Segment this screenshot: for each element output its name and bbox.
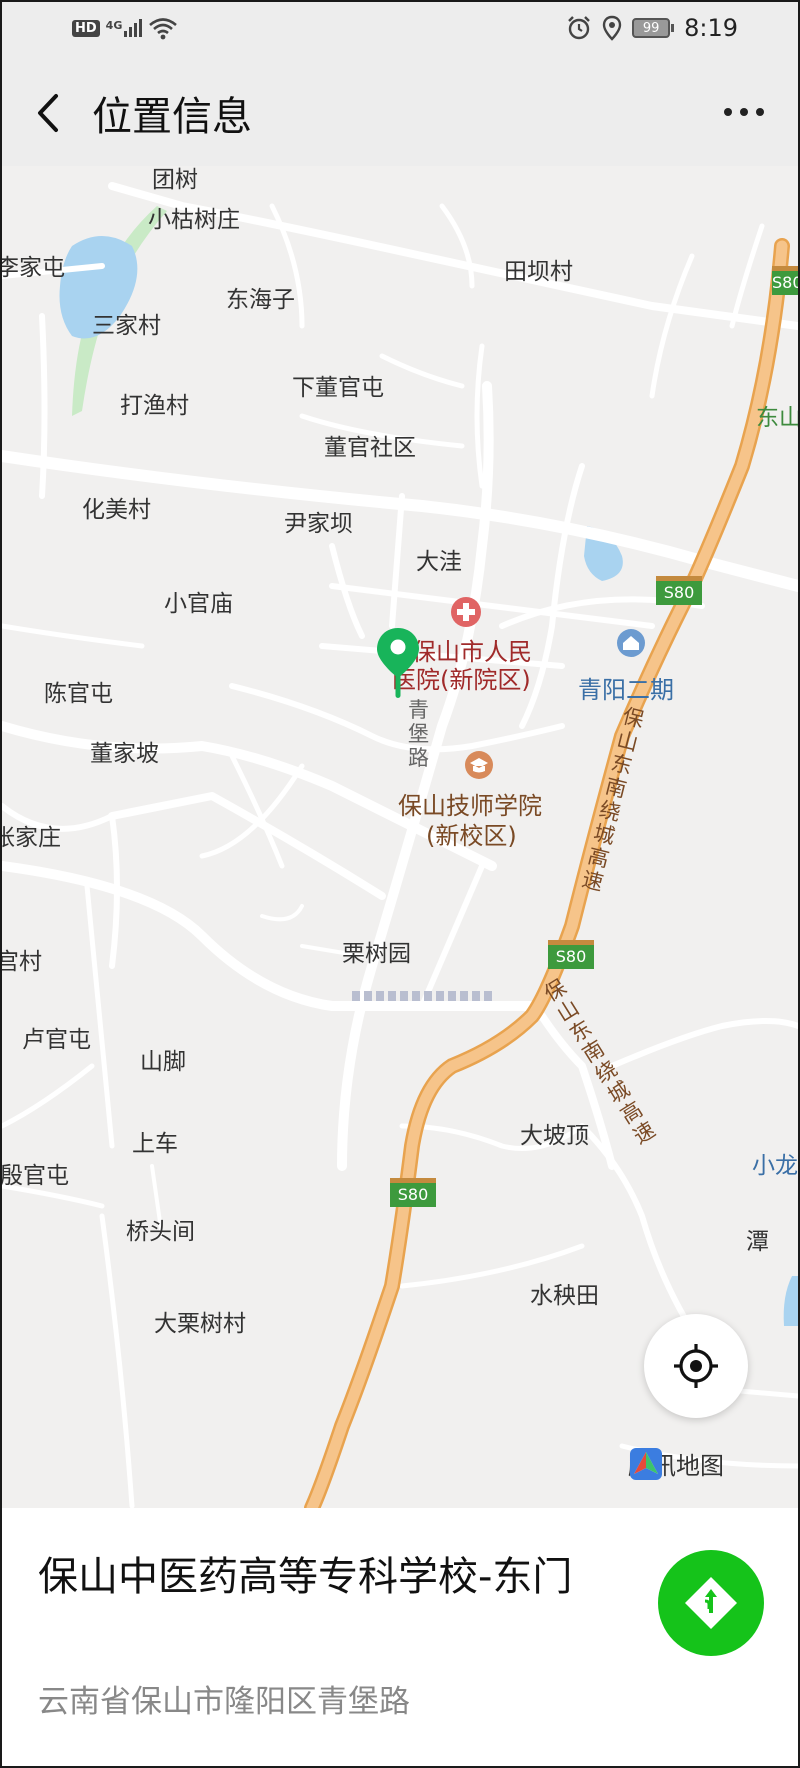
residential-icon: [617, 629, 645, 657]
map-label: 下董官屯: [292, 375, 384, 401]
alarm-icon: [568, 16, 590, 40]
place-address: 云南省保山市隆阳区青堡路: [38, 1684, 410, 1720]
nav-header: 位置信息: [2, 60, 798, 166]
map-label: 打渔村: [120, 393, 189, 419]
road-label: 青堡路: [408, 698, 429, 770]
location-pin-icon[interactable]: [374, 626, 422, 700]
map-label: 团树: [152, 167, 198, 193]
battery-level: 99: [632, 18, 671, 38]
map-label: 水秧田: [530, 1283, 599, 1309]
school-icon: [465, 751, 493, 779]
hd-voice-icon: HD: [72, 19, 100, 37]
hospital-icon: [451, 597, 481, 627]
map-label: 三家村: [92, 313, 161, 339]
directions-icon: [685, 1577, 737, 1629]
map-label: 尹家坝: [284, 511, 353, 537]
map-label: 东山: [756, 405, 798, 431]
map-view[interactable]: S80 S80 S80 S80 团树 小枯树庄 李家屯 田坝村 东海子 三家村 …: [2, 166, 798, 1508]
map-label: 潭: [746, 1229, 769, 1255]
map-label: 大洼: [416, 549, 462, 575]
map-label: 上车: [132, 1131, 178, 1157]
highway-shield: S80: [656, 576, 702, 605]
location-status-icon: [602, 15, 622, 41]
page-title: 位置信息: [92, 94, 252, 140]
map-label: 化美村: [82, 497, 151, 523]
highway-shield: S80: [548, 940, 594, 969]
app-frame: HD 4G 99 8:19 位置信息 S8 S80 S80 S80 团树 小枯树…: [0, 0, 800, 1768]
highway-shield: S80: [390, 1178, 436, 1207]
back-arrow-icon[interactable]: [30, 90, 70, 136]
map-label: 小官庙: [164, 591, 233, 617]
my-location-button[interactable]: [644, 1314, 748, 1418]
map-label: 大坡顶: [520, 1123, 589, 1149]
highway-shield: S80: [772, 266, 798, 295]
map-label: 田坝村: [504, 259, 573, 285]
map-label: 殷官屯: [2, 1163, 69, 1189]
map-label: 大栗树村: [154, 1311, 246, 1337]
map-label: 山脚: [140, 1049, 186, 1075]
more-options-icon[interactable]: [724, 108, 764, 116]
map-label: 小龙: [752, 1153, 798, 1179]
place-info-panel: 保山中医药高等专科学校-东门 云南省保山市隆阳区青堡路: [2, 1508, 798, 1766]
navigate-button[interactable]: [658, 1550, 764, 1656]
map-label: 董官社区: [324, 435, 416, 461]
map-label: 陈官屯: [44, 681, 113, 707]
network-type-label: 4G: [105, 19, 123, 32]
signal-icon: 4G: [106, 19, 143, 37]
school-label[interactable]: (新校区): [426, 816, 517, 851]
battery-icon: 99: [632, 18, 675, 38]
tencent-map-logo-icon: [630, 1448, 662, 1480]
map-label: 董家坡: [90, 741, 159, 767]
crosshair-icon: [674, 1344, 718, 1388]
map-label: 宫村: [2, 949, 42, 975]
map-label: 桥头间: [126, 1219, 195, 1245]
map-brand: 腾讯地图: [628, 1446, 724, 1481]
map-label: 栗树园: [342, 941, 411, 967]
wifi-icon: [149, 18, 178, 40]
map-label: 李家屯: [2, 255, 65, 281]
map-label: 卢官屯: [22, 1027, 91, 1053]
place-name: 保山中医药高等专科学校-东门: [38, 1554, 573, 1600]
status-time: 8:19: [684, 14, 738, 42]
residential-label[interactable]: 青阳二期: [578, 670, 674, 705]
status-bar: HD 4G 99 8:19: [2, 2, 798, 60]
map-canvas: [2, 182, 798, 1508]
map-label: 张家庄: [2, 825, 61, 851]
map-label: 小枯树庄: [148, 207, 240, 233]
map-label: 东海子: [226, 287, 295, 313]
